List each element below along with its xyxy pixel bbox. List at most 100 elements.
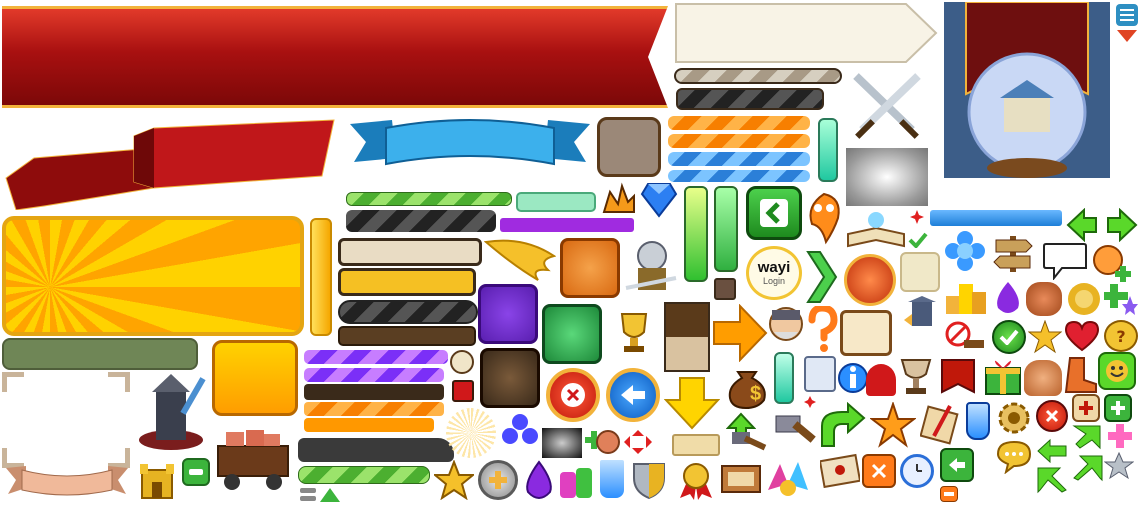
speech-bubble-icon[interactable] <box>1042 242 1088 280</box>
progress-bar-green <box>346 192 512 206</box>
green-rune-square <box>542 304 602 364</box>
goblet-icon <box>898 356 934 396</box>
orange-bar <box>304 418 434 432</box>
minus-icon[interactable] <box>182 458 210 486</box>
arrow-right-orange-icon[interactable] <box>712 304 768 362</box>
blue-ribbon <box>348 118 592 180</box>
yellow-vertical-bar <box>310 218 332 336</box>
compass-button[interactable] <box>478 460 518 500</box>
orange-star-icon <box>870 402 916 448</box>
mine-cart-icon <box>210 422 296 492</box>
scroll-quill-icon <box>920 402 964 446</box>
dark-rune-square <box>480 348 540 408</box>
login-label: Login <box>762 276 786 286</box>
cream-arrow-panel <box>674 2 938 64</box>
chevron-left-button[interactable] <box>746 186 802 240</box>
back-button[interactable] <box>606 368 660 422</box>
progress-bar-purple-2 <box>304 368 444 382</box>
add-friend-icon[interactable] <box>1090 244 1136 284</box>
info-icon[interactable] <box>838 360 868 396</box>
purple-drop-icon <box>522 460 556 500</box>
green-arrow-diag-3[interactable] <box>1070 452 1104 482</box>
orange-square-button[interactable] <box>212 340 298 416</box>
sunburst-panel <box>2 216 304 336</box>
exit-button[interactable] <box>940 448 974 482</box>
green-arrow-left-small[interactable] <box>1036 438 1068 464</box>
medal-icon <box>676 460 716 500</box>
hammer-large-icon <box>772 410 818 454</box>
blue-vial-icon <box>966 402 990 440</box>
chat-bubble-icon[interactable] <box>996 440 1032 474</box>
orange-rune-square <box>560 238 620 298</box>
toggle-icon[interactable] <box>300 488 316 502</box>
boot-icon <box>1062 356 1098 394</box>
pink-plus-icon[interactable] <box>1106 422 1134 450</box>
round-cream-button[interactable] <box>450 350 474 374</box>
crystal-ball-banner <box>944 2 1110 178</box>
parchment-ribbon <box>4 464 130 500</box>
diamond-icon <box>640 182 678 218</box>
red-orb-button[interactable] <box>844 254 896 306</box>
minus-orange-button[interactable] <box>940 486 958 502</box>
green-vertical-bar <box>818 118 838 182</box>
corner-frame <box>2 372 130 468</box>
tip-badge-icon <box>866 364 896 396</box>
brown-bar <box>338 326 476 346</box>
plus-star-icon[interactable] <box>1104 282 1138 316</box>
yellow-bar <box>338 268 476 296</box>
arrow-left-green-icon[interactable] <box>1066 208 1098 242</box>
progress-bar-gray <box>674 68 842 84</box>
chevron-left-icon <box>760 199 788 227</box>
arrow-down-yellow-icon[interactable] <box>664 376 720 430</box>
heart-icon <box>1064 320 1100 352</box>
fist-icon <box>1024 360 1062 396</box>
progress-bar-orange-2 <box>668 134 810 148</box>
purple-square-panel <box>478 284 538 344</box>
check-icon[interactable] <box>992 320 1026 354</box>
arrow-up-icon[interactable] <box>320 488 340 502</box>
svg-text:$: $ <box>750 383 761 405</box>
menu-icon[interactable] <box>1116 4 1138 26</box>
green-tall-bar-1 <box>684 186 708 282</box>
arrow-right-green-icon[interactable] <box>1106 208 1138 242</box>
blue-bar <box>930 210 1062 226</box>
close-orange-button[interactable] <box>862 454 896 488</box>
flower-icon <box>944 230 986 272</box>
progress-bar-green-2 <box>298 466 430 484</box>
no-hammer-icon <box>944 320 988 356</box>
trophy-icon <box>612 310 656 356</box>
dark-slider-bar <box>298 438 454 462</box>
chevron-right-icon[interactable] <box>806 250 838 304</box>
envelope-icon <box>820 452 860 488</box>
curved-arrow-icon[interactable] <box>818 402 866 448</box>
target-marker-icon <box>622 428 654 456</box>
money-bag-icon: $ <box>724 362 770 410</box>
smile-icon[interactable] <box>1098 352 1136 390</box>
red-burst-icon <box>910 210 924 224</box>
green-arrow-diag-1[interactable] <box>1072 424 1102 450</box>
banner-flag-icon <box>938 356 980 400</box>
tower-icon <box>134 372 208 452</box>
dark-brown-bar <box>304 384 444 400</box>
login-badge[interactable]: wayi Login <box>746 246 802 300</box>
lion-icon <box>1066 282 1102 316</box>
green-arrow-diag-2[interactable] <box>1036 466 1068 494</box>
orange-creature-icon <box>804 190 844 246</box>
close-button[interactable] <box>546 368 600 422</box>
progress-bar-black <box>346 210 496 232</box>
close-small-button[interactable] <box>1036 400 1068 432</box>
cream-tab <box>672 434 720 456</box>
question-icon[interactable]: ? <box>1104 320 1138 352</box>
red-small-square[interactable] <box>452 380 474 402</box>
cream-speech-box <box>900 252 940 292</box>
plus-green-button[interactable] <box>1104 394 1132 422</box>
plus-cream-button[interactable] <box>1072 394 1100 422</box>
arrow-down-icon[interactable] <box>1117 30 1137 42</box>
blue-gem-cluster <box>500 412 540 452</box>
beige-bar <box>338 238 482 266</box>
progress-bar-black-2 <box>338 300 478 324</box>
shield-icon <box>630 460 668 500</box>
glow-box <box>846 148 928 206</box>
gear-icon[interactable] <box>996 400 1032 436</box>
dark-glow-square <box>542 428 582 458</box>
